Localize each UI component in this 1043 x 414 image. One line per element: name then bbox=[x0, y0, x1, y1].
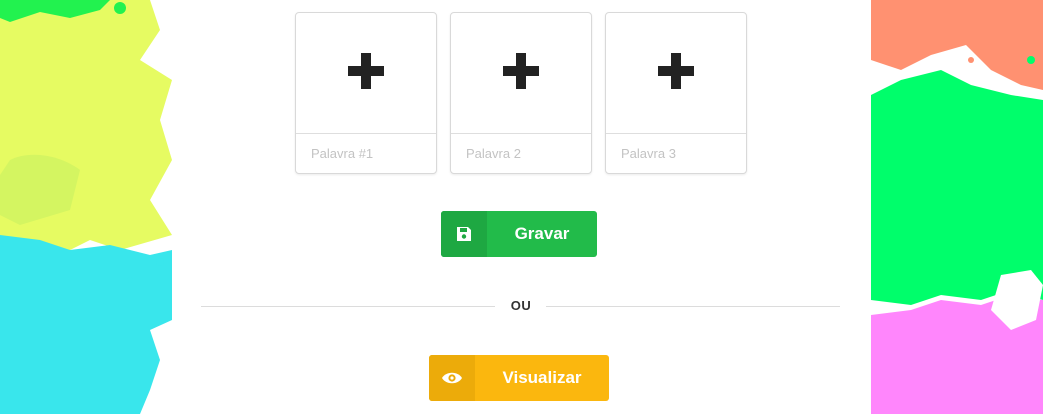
divider-line-right bbox=[546, 306, 840, 307]
plus-icon bbox=[348, 52, 384, 94]
add-image-button[interactable] bbox=[606, 13, 746, 133]
word-input-2[interactable] bbox=[451, 133, 591, 173]
view-button-label: Visualizar bbox=[502, 368, 582, 387]
main-content: Gravar OU Visualizar bbox=[172, 0, 871, 414]
word-card-2 bbox=[450, 12, 592, 174]
word-card-3 bbox=[605, 12, 747, 174]
word-input-1[interactable] bbox=[296, 133, 436, 173]
divider-line-left bbox=[201, 306, 495, 307]
add-image-button[interactable] bbox=[296, 13, 436, 133]
floppy-disk-icon bbox=[441, 211, 487, 257]
save-button-label: Gravar bbox=[514, 224, 570, 243]
word-input-3[interactable] bbox=[606, 133, 746, 173]
word-card-1 bbox=[295, 12, 437, 174]
left-paint-splash-background bbox=[0, 0, 172, 414]
add-image-button[interactable] bbox=[451, 13, 591, 133]
or-divider-label: OU bbox=[510, 298, 532, 313]
view-button[interactable]: Visualizar bbox=[429, 355, 609, 401]
plus-icon bbox=[658, 52, 694, 94]
right-paint-splash-background bbox=[871, 0, 1043, 414]
save-button[interactable]: Gravar bbox=[441, 211, 597, 257]
eye-icon bbox=[429, 355, 475, 401]
plus-icon bbox=[503, 52, 539, 94]
